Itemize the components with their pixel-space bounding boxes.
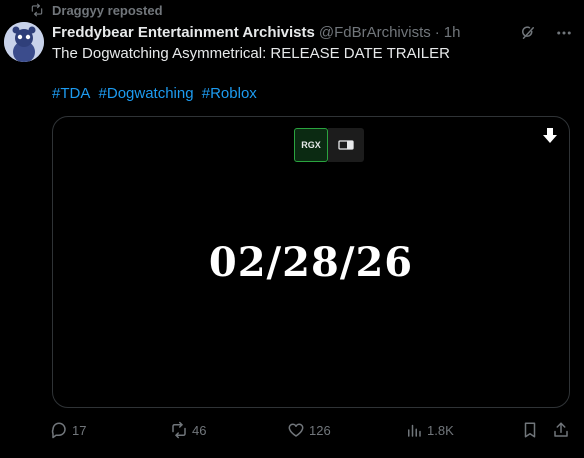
- more-icon[interactable]: [554, 23, 574, 43]
- hashtag-link[interactable]: #Dogwatching: [99, 85, 194, 102]
- like-icon: [288, 423, 304, 437]
- repost-button[interactable]: 46: [170, 420, 206, 440]
- hashtag-list: #TDA #Dogwatching #Roblox: [52, 84, 261, 104]
- media-video[interactable]: RGX 02/28/26: [52, 116, 570, 408]
- share-icon: [554, 422, 568, 437]
- views-icon: [408, 424, 421, 437]
- hashtag-link[interactable]: #TDA: [52, 85, 90, 102]
- views-count: 1.8K: [427, 422, 454, 438]
- reply-count: 17: [72, 422, 87, 438]
- tweet-top-actions: [518, 23, 574, 43]
- avatar[interactable]: [4, 22, 44, 62]
- reply-button[interactable]: 17: [50, 420, 86, 440]
- badge-alt-icon: [328, 128, 364, 162]
- separator-dot: ·: [434, 23, 440, 41]
- reply-icon: [51, 422, 66, 439]
- tweet-actions: 17 46 126 1.8K: [50, 420, 575, 440]
- repost-icon: [31, 3, 43, 17]
- repost-indicator[interactable]: Draggyy reposted: [30, 2, 163, 18]
- like-button[interactable]: 126: [287, 420, 331, 440]
- grok-icon[interactable]: [518, 23, 538, 43]
- video-badge: RGX: [294, 128, 364, 162]
- bookmark-icon: [524, 422, 536, 438]
- like-count: 126: [309, 422, 331, 438]
- release-date-text: 02/28/26: [208, 239, 414, 286]
- tweet-header: Freddybear Entertainment Archivists @FdB…: [52, 23, 460, 41]
- repost-icon: [172, 421, 186, 439]
- bookmark-button[interactable]: [521, 420, 539, 440]
- repost-label: Draggyy reposted: [52, 2, 163, 18]
- download-icon[interactable]: [541, 127, 559, 145]
- timestamp[interactable]: 1h: [444, 24, 461, 41]
- repost-count: 46: [192, 422, 207, 438]
- hashtag-link[interactable]: #Roblox: [202, 85, 257, 102]
- tweet-text: The Dogwatching Asymmetrical: RELEASE DA…: [52, 45, 450, 62]
- rgx-badge: RGX: [294, 128, 328, 162]
- author-handle[interactable]: @FdBrArchivists: [319, 24, 431, 41]
- share-button[interactable]: [552, 420, 570, 440]
- author-name[interactable]: Freddybear Entertainment Archivists: [52, 24, 315, 41]
- views-button[interactable]: 1.8K: [405, 420, 454, 440]
